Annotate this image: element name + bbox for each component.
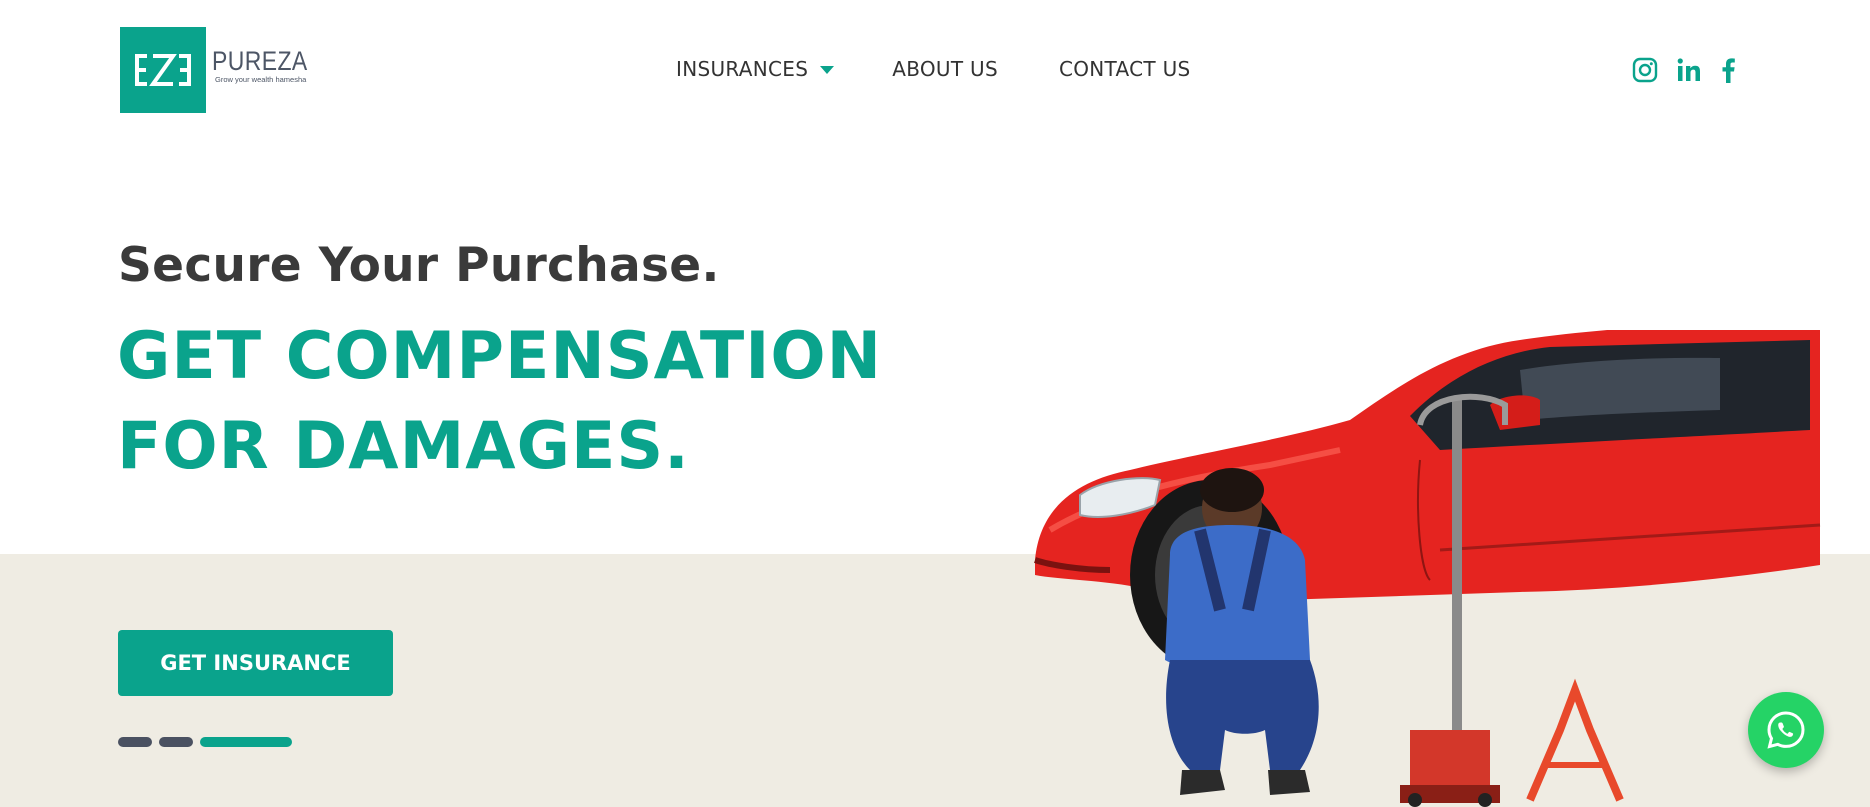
site-header: PUREZA Grow your wealth hamesha INSURANC… (0, 0, 1870, 140)
nav-contact-us-label: CONTACT US (1058, 57, 1191, 81)
slide-indicator-3-active[interactable] (200, 737, 292, 747)
instagram-icon[interactable] (1632, 57, 1658, 83)
main-nav: INSURANCES ABOUT US CONTACT US (676, 57, 1191, 81)
caret-down-icon (820, 66, 835, 74)
nav-about-us-label: ABOUT US (892, 57, 998, 81)
nav-about-us[interactable]: ABOUT US (892, 57, 998, 81)
logo-mark-icon (120, 27, 206, 113)
nav-contact-us[interactable]: CONTACT US (1059, 57, 1191, 81)
slide-indicator-1[interactable] (118, 737, 152, 747)
slide-indicator-2[interactable] (159, 737, 193, 747)
social-links (1632, 57, 1754, 83)
hero-car-mechanic-image (1034, 330, 1821, 807)
nav-insurances[interactable]: INSURANCES (676, 57, 835, 81)
hero-title-line2: FOR DAMAGES. (117, 409, 690, 484)
brand-name: PUREZA (212, 46, 308, 76)
facebook-icon[interactable] (1720, 57, 1736, 83)
hero-title: GET COMPENSATION FOR DAMAGES. (117, 312, 882, 492)
slider-indicators (118, 737, 299, 747)
whatsapp-icon (1767, 711, 1805, 749)
brand-tagline: Grow your wealth hamesha (215, 75, 307, 84)
hero-subtitle: Secure Your Purchase. (118, 238, 720, 293)
nav-insurances-label: INSURANCES (676, 57, 809, 81)
get-insurance-button[interactable]: GET INSURANCE (118, 630, 393, 696)
linkedin-icon[interactable] (1676, 57, 1702, 83)
hero-title-line1: GET COMPENSATION (117, 319, 883, 394)
brand-logo[interactable]: PUREZA Grow your wealth hamesha (120, 27, 325, 113)
whatsapp-chat-button[interactable] (1748, 692, 1824, 768)
